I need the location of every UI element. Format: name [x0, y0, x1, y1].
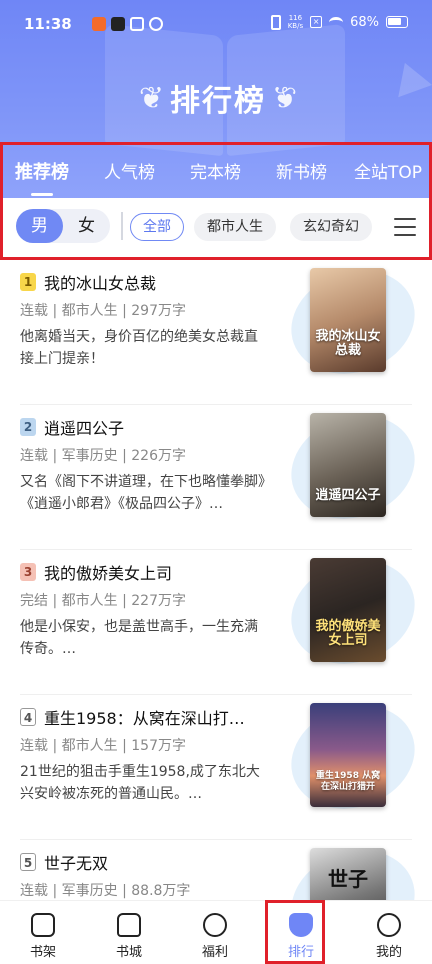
battery-percent: 68% — [350, 14, 379, 30]
book-title: 我的冰山女总裁 — [44, 274, 157, 293]
header-banner: 11:38 116 KB/s × 68% ❦ 排行榜 ❦ 推荐榜 人气榜 完本榜… — [0, 0, 432, 200]
profile-icon — [377, 913, 401, 937]
nav-welfare[interactable]: 福利 — [172, 901, 258, 964]
vibrate-icon — [270, 14, 281, 30]
book-title: 我的傲娇美女上司 — [44, 564, 173, 583]
chip-urban[interactable]: 都市人生 — [194, 213, 276, 241]
tab-new[interactable]: 新书榜 — [276, 158, 327, 183]
list-item[interactable]: 4 重生1958：从窝在深山打… 连载 | 都市人生 | 157万字 21世纪的狙… — [0, 688, 432, 840]
tab-recommend[interactable]: 推荐榜 — [15, 158, 69, 196]
book-meta: 连载 | 都市人生 | 297万字 — [20, 303, 186, 319]
triangle-decoration — [387, 56, 432, 98]
message-icon — [130, 17, 144, 31]
bookstore-icon — [117, 913, 141, 937]
ranking-icon — [289, 913, 313, 937]
chip-all[interactable]: 全部 — [130, 213, 184, 241]
ranking-logo: ❦ 排行榜 ❦ — [118, 70, 318, 126]
app-notification-icon — [92, 17, 106, 31]
welfare-icon — [203, 913, 227, 937]
chip-fantasy[interactable]: 玄幻奇幻 — [290, 213, 372, 241]
list-item[interactable]: 1 我的冰山女总裁 连载 | 都市人生 | 297万字 他离婚当天，身价百亿的绝美… — [0, 260, 432, 405]
tab-completed[interactable]: 完本榜 — [190, 158, 241, 183]
tab-popular[interactable]: 人气榜 — [104, 158, 155, 183]
category-menu-icon[interactable] — [394, 218, 416, 236]
laurel-left-icon: ❦ — [138, 80, 164, 116]
ranking-title: 排行榜 — [170, 84, 266, 119]
book-meta: 连载 | 军事历史 | 226万字 — [20, 448, 186, 464]
nav-bookstore[interactable]: 书城 — [86, 901, 172, 964]
gender-toggle: 男 女 — [16, 209, 110, 243]
nav-bookshelf[interactable]: 书架 — [0, 901, 86, 964]
book-cover[interactable]: 世子 — [310, 848, 386, 900]
bottom-nav: 书架 书城 福利 排行 我的 — [0, 900, 432, 964]
book-cover[interactable]: 我的冰山女总裁 — [310, 268, 386, 372]
status-time: 11:38 — [24, 15, 72, 33]
nav-ranking[interactable]: 排行 — [258, 901, 344, 964]
book-meta: 完结 | 都市人生 | 227万字 — [20, 593, 186, 609]
gender-male-button[interactable]: 男 — [16, 209, 63, 243]
net-speed: 116 KB/s — [287, 14, 304, 30]
rank-badge: 5 — [20, 853, 36, 871]
book-cover[interactable]: 重生1958 从窝在深山打猎开 — [310, 703, 386, 807]
book-desc: 他是小保安，也是盖世高手，一生充满传奇。… — [20, 619, 258, 657]
rank-badge: 2 — [20, 418, 36, 436]
list-item[interactable]: 3 我的傲娇美女上司 完结 | 都市人生 | 227万字 他是小保安，也是盖世高手… — [0, 543, 432, 695]
bookshelf-icon — [31, 913, 55, 937]
battery-icon — [386, 16, 408, 28]
rank-badge: 3 — [20, 563, 36, 581]
laurel-right-icon: ❦ — [272, 80, 298, 116]
nav-mine[interactable]: 我的 — [346, 901, 432, 964]
list-item[interactable]: 5 世子无双 连载 | 军事历史 | 88.8万字 世子 — [0, 833, 432, 900]
tab-site-top[interactable]: 全站TOP — [354, 158, 422, 183]
book-meta: 连载 | 都市人生 | 157万字 — [20, 738, 186, 754]
gender-female-button[interactable]: 女 — [63, 209, 110, 243]
wifi-icon — [329, 16, 344, 28]
book-desc: 又名《阁下不讲道理，在下也略懂拳脚》《逍遥小郎君》《极品四公子》… — [20, 474, 265, 512]
book-desc: 他离婚当天，身价百亿的绝美女总裁直接上门提亲！ — [20, 329, 258, 367]
book-title: 世子无双 — [44, 854, 109, 873]
book-meta: 连载 | 军事历史 | 88.8万字 — [20, 883, 191, 899]
ranking-tabs: 推荐榜 人气榜 完本榜 新书榜 全站TOP — [0, 143, 432, 198]
book-desc: 21世纪的狙击手重生1958,成了东北大兴安岭被冻死的普通山民。… — [20, 764, 260, 802]
link-icon — [149, 17, 163, 31]
rank-badge: 1 — [20, 273, 36, 291]
list-item[interactable]: 2 逍遥四公子 连载 | 军事历史 | 226万字 又名《阁下不讲道理，在下也略懂… — [0, 398, 432, 550]
book-cover[interactable]: 我的傲娇美女上司 — [310, 558, 386, 662]
filter-bar: 男 女 全部 都市人生 玄幻奇幻 — [0, 198, 432, 260]
book-title: 逍遥四公子 — [44, 419, 125, 438]
book-title: 重生1958：从窝在深山打… — [44, 709, 245, 728]
divider — [121, 212, 123, 240]
notification-icons — [92, 17, 163, 31]
tiktok-icon — [111, 17, 125, 31]
book-list: 1 我的冰山女总裁 连载 | 都市人生 | 297万字 他离婚当天，身价百亿的绝美… — [0, 260, 432, 900]
status-bar: 11:38 116 KB/s × 68% — [0, 0, 432, 50]
sim-off-icon: × — [310, 16, 323, 28]
book-cover[interactable]: 逍遥四公子 — [310, 413, 386, 517]
rank-badge: 4 — [20, 708, 36, 726]
